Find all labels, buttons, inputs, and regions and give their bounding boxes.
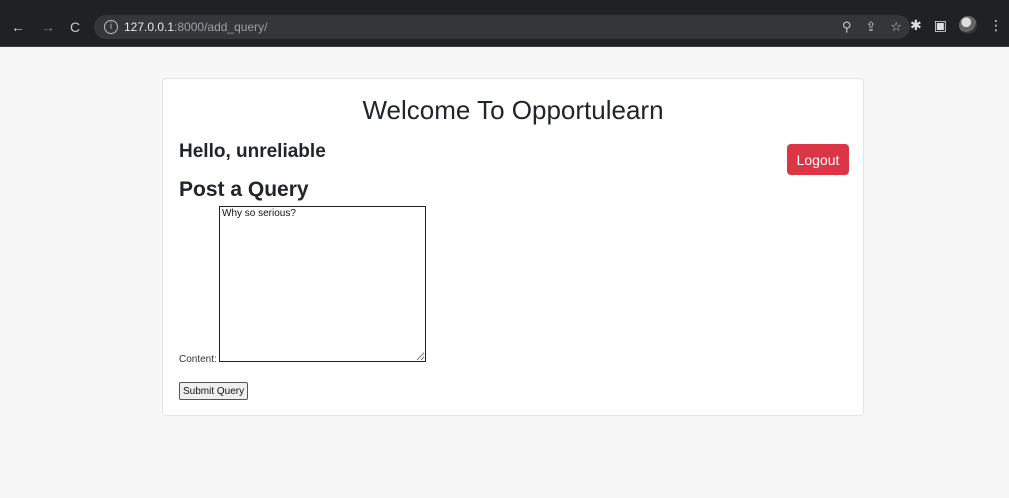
- share-icon[interactable]: ⇪: [865, 19, 876, 35]
- profile-avatar[interactable]: [959, 16, 977, 34]
- extensions-icon[interactable]: ✱: [910, 17, 922, 33]
- reload-icon[interactable]: C: [67, 19, 83, 35]
- browser-toolbar: ← → C i 127.0.0.1:8000/add_query/ ⚲ ⇪ ☆ …: [0, 0, 1009, 47]
- back-icon[interactable]: ←: [10, 19, 26, 35]
- submit-query-button[interactable]: Submit Query: [179, 382, 249, 400]
- section-title: Post a Query: [179, 178, 309, 201]
- logout-button[interactable]: Logout: [787, 144, 849, 175]
- bookmark-star-icon[interactable]: ☆: [890, 19, 902, 35]
- user-greeting: Hello, unreliable: [179, 141, 326, 162]
- zoom-icon[interactable]: ⚲: [842, 19, 852, 35]
- page-title: Welcome To Opportulearn: [362, 95, 664, 125]
- main-card: Welcome To Opportulearn Hello, unreliabl…: [162, 78, 864, 416]
- menu-icon[interactable]: ⋮: [989, 17, 1003, 33]
- url-text[interactable]: 127.0.0.1:8000/add_query/: [124, 20, 267, 34]
- info-icon[interactable]: i: [104, 20, 118, 34]
- forward-icon[interactable]: →: [40, 19, 56, 35]
- content-label: Content:: [179, 354, 217, 365]
- address-bar[interactable]: i 127.0.0.1:8000/add_query/ ⚲ ⇪ ☆: [94, 15, 910, 39]
- content-textarea[interactable]: Why so serious?: [219, 206, 426, 362]
- side-panel-icon[interactable]: ▣: [934, 17, 947, 33]
